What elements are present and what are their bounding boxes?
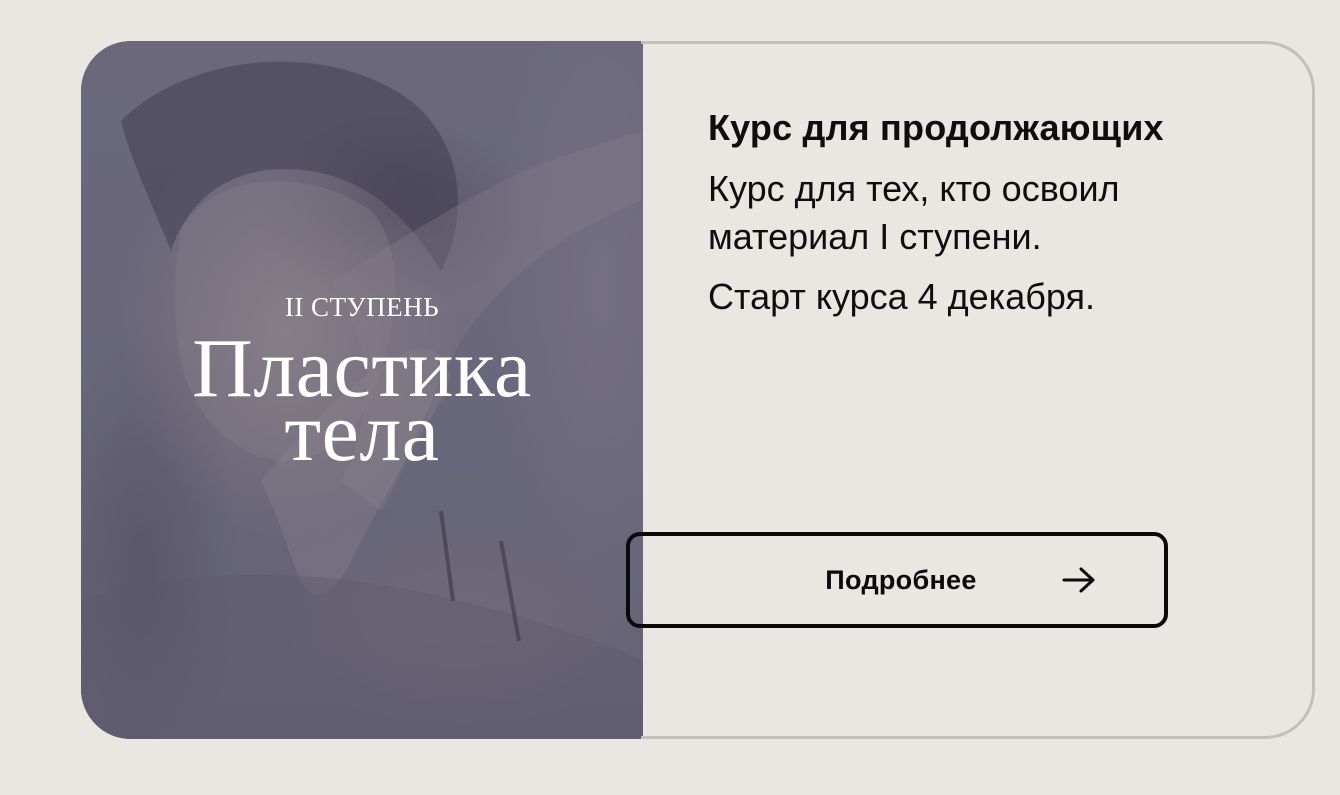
more-details-label: Подробнее <box>825 564 977 595</box>
course-card: II СТУПЕНЬ Пластика тела Курс для продол… <box>81 41 1315 739</box>
arrow-right-icon <box>1062 567 1095 593</box>
course-image: II СТУПЕНЬ Пластика тела <box>81 41 643 739</box>
course-heading: Курс для продолжающих <box>708 107 1164 148</box>
more-details-button[interactable]: Подробнее <box>626 532 1168 628</box>
course-description: Курс для тех, кто освоил материал I ступ… <box>708 168 1120 257</box>
course-info: Курс для продолжающих Курс для тех, кто … <box>643 41 1315 739</box>
image-caption: II СТУПЕНЬ Пластика тела <box>81 291 643 479</box>
course-level-label: II СТУПЕНЬ <box>284 292 440 322</box>
course-name-line-2: тела <box>284 386 440 479</box>
course-name: Пластика тела <box>81 327 643 479</box>
course-start-date: Старт курса 4 декабря. <box>708 276 1095 317</box>
